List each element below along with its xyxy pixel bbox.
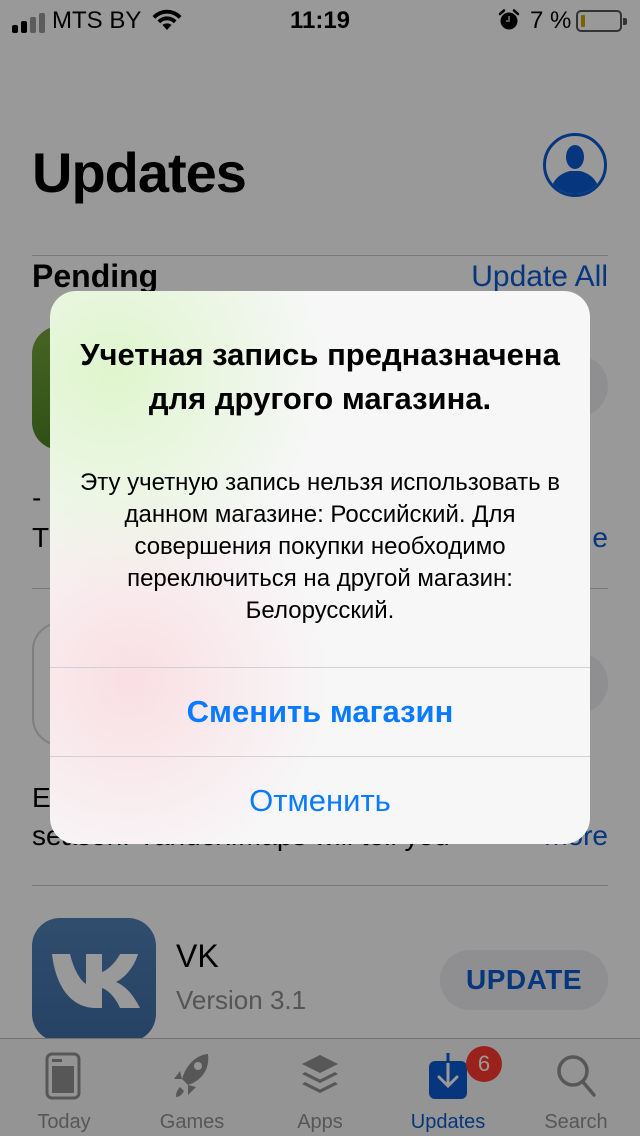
app-store-updates-screen: MTS BY 11:19 7 % Updates Pending Update … [0,0,640,1136]
cancel-button[interactable]: Отменить [50,757,590,844]
alert-message: Эту учетную запись нельзя использовать в… [79,469,561,624]
alert-dialog: Учетная запись предназначена для другого… [50,291,590,844]
change-store-button[interactable]: Сменить магазин [50,668,590,756]
alert-title: Учетная запись предназначена для другого… [80,337,560,416]
